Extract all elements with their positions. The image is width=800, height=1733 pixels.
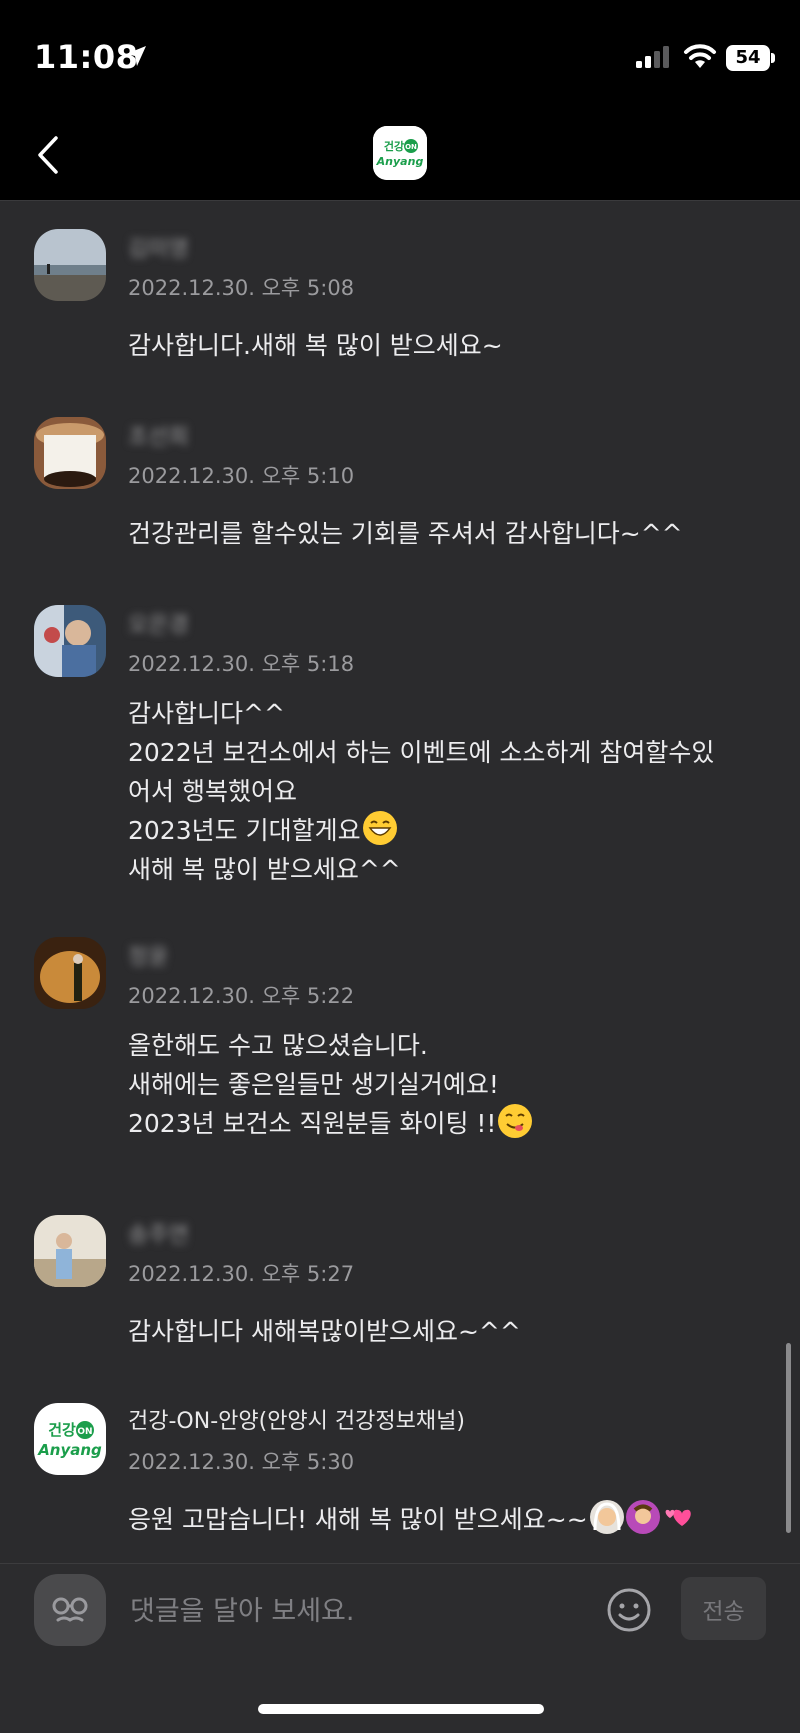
back-chevron-icon[interactable] — [30, 132, 70, 178]
avatar[interactable] — [34, 937, 106, 1009]
comment-author: 송주연 — [128, 1223, 189, 1248]
emoji-picker-icon[interactable] — [605, 1586, 653, 1634]
svg-text:Anyang: Anyang — [376, 155, 424, 168]
avatar[interactable] — [34, 417, 106, 489]
comment-date: 2022.12.30. 오후 5:18 — [128, 652, 355, 676]
scrollbar[interactable] — [786, 1343, 791, 1533]
status-time: 11:08 — [34, 38, 139, 76]
anyang-logo-icon: 건강 ON Anyang — [37, 1421, 102, 1459]
comment-date: 2022.12.30. 오후 5:27 — [128, 1262, 355, 1286]
comment-date: 2022.12.30. 오후 5:22 — [128, 984, 355, 1008]
comment-author: 정윤 — [128, 945, 169, 970]
glasses-mustache-icon — [52, 1597, 88, 1622]
location-arrow-icon — [126, 46, 146, 66]
nav-bar: 건강 ON Anyang — [0, 110, 800, 201]
home-indicator[interactable] — [258, 1704, 544, 1714]
profile-avatar-button[interactable] — [34, 1574, 106, 1646]
battery-icon: 54 — [726, 45, 775, 71]
comment-date: 2022.12.30. 오후 5:30 — [128, 1450, 355, 1474]
comment-author: 건강-ON-안양(안양시 건강정보채널) — [128, 1409, 465, 1434]
anyang-logo-icon: 건강 ON Anyang — [373, 126, 427, 180]
wifi-icon — [684, 44, 716, 68]
person-gesturing-ok-emoji-icon — [625, 1500, 660, 1534]
cellular-signal-icon — [636, 46, 669, 68]
comment-input[interactable] — [128, 1590, 592, 1632]
svg-text:ON: ON — [405, 143, 417, 151]
comment-text: 감사합니다.새해 복 많이 받으세요~ — [128, 331, 503, 360]
battery-level: 54 — [735, 47, 761, 68]
avatar[interactable] — [34, 229, 106, 301]
comment-feed[interactable]: 김미영 2022.12.30. 오후 5:08 감사합니다.새해 복 많이 받으… — [0, 201, 800, 1563]
comment-author: 오은경 — [128, 613, 189, 638]
comment-date: 2022.12.30. 오후 5:10 — [128, 464, 355, 488]
channel-avatar[interactable]: 건강 ON Anyang — [34, 1403, 106, 1475]
svg-text:건강: 건강 — [384, 139, 404, 153]
comment-text: 응원 고맙습니다! 새해 복 많이 받으세요~~ — [128, 1500, 768, 1539]
channel-logo[interactable]: 건강 ON Anyang — [373, 126, 427, 180]
comment-author: 조선희 — [128, 425, 189, 450]
svg-text:건강: 건강 — [48, 1421, 76, 1439]
two-hearts-emoji-icon — [662, 1500, 696, 1534]
status-bar: 11:08 54 — [0, 0, 800, 110]
comment-text: 올한해도 수고 많으셨습니다. 새해에는 좋은일들만 생기실거예요! 2023년… — [128, 1026, 768, 1143]
svg-text:ON: ON — [77, 1427, 92, 1437]
grinning-face-emoji-icon — [362, 811, 397, 845]
face-savoring-food-emoji-icon — [498, 1104, 533, 1138]
comment-author: 김미영 — [128, 237, 189, 262]
avatar[interactable] — [34, 605, 106, 677]
avatar[interactable] — [34, 1215, 106, 1287]
comment-text: 감사합니다 새해복많이받으세요~^^ — [128, 1317, 521, 1346]
comment-text: 감사합니다^^ 2022년 보건소에서 하는 이벤트에 소소하게 참여할수있 어… — [128, 699, 715, 884]
person-with-veil-emoji-icon — [589, 1500, 624, 1534]
comment-text: 건강관리를 할수있는 기회를 주셔서 감사합니다~^^ — [128, 519, 683, 548]
send-button[interactable]: 전송 — [681, 1577, 766, 1640]
svg-text:Anyang: Anyang — [37, 1441, 102, 1459]
comment-date: 2022.12.30. 오후 5:08 — [128, 276, 355, 300]
